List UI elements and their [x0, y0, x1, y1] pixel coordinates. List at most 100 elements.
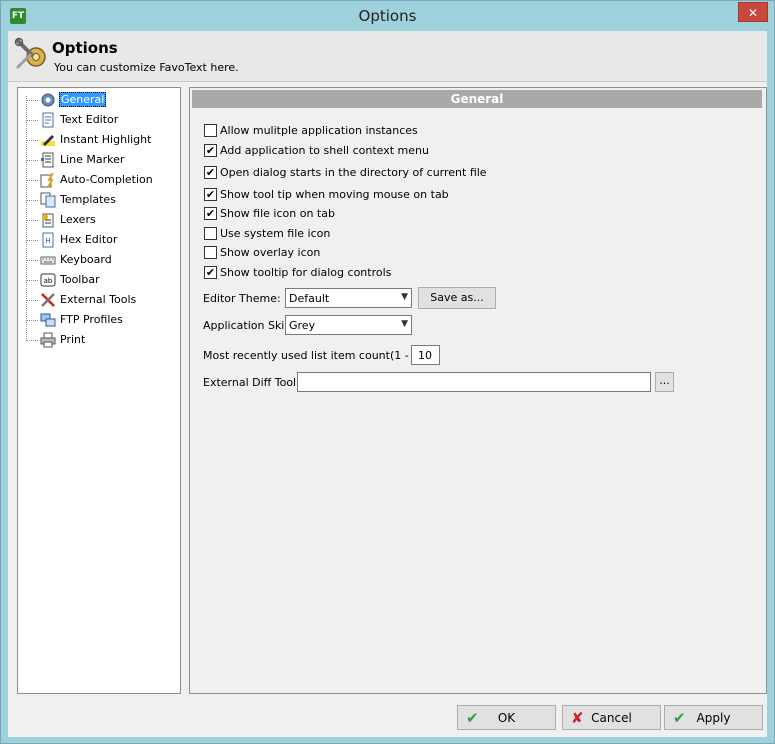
hex-editor-icon: H — [42, 232, 54, 248]
dialog-client: Options You can customize FavoText here.… — [8, 31, 767, 737]
line-marker-icon — [41, 152, 54, 168]
svg-text:H: H — [45, 237, 50, 245]
checkbox-box[interactable] — [204, 124, 217, 137]
keyboard-icon — [40, 256, 56, 265]
cancel-button[interactable]: ✘ Cancel — [562, 705, 661, 730]
checkbox-label: Add application to shell context menu — [220, 144, 429, 157]
tree-item-label: Templates — [60, 193, 116, 206]
tree-branch — [26, 340, 38, 341]
templates-icon — [40, 192, 56, 208]
text-file-icon — [42, 112, 54, 128]
checkbox-label: Show file icon on tab — [220, 207, 335, 220]
panel-title: General — [192, 90, 762, 108]
tree-branch — [26, 100, 38, 101]
diff-tool-input[interactable] — [297, 372, 651, 392]
general-panel: General Allow mulitple application insta… — [189, 87, 767, 694]
gear-icon — [41, 93, 55, 107]
mru-count-value: 10 — [418, 349, 432, 362]
tree-item-label: Auto-Completion — [60, 173, 153, 186]
mru-count-input[interactable]: 10 — [411, 345, 440, 365]
editor-theme-select[interactable]: Default ▼ — [285, 288, 412, 308]
apply-button[interactable]: ✔ Apply — [664, 705, 763, 730]
checkbox-label: Allow mulitple application instances — [220, 124, 418, 137]
tree-item-label: External Tools — [60, 293, 137, 306]
tools-icon — [41, 293, 55, 307]
auto-completion-icon — [40, 172, 54, 188]
ok-button[interactable]: ✔ OK — [457, 705, 556, 730]
checkbox-box[interactable]: ✔ — [204, 188, 217, 201]
checkbox-box[interactable]: ✔ — [204, 266, 217, 279]
toolbar-icon: ab — [40, 273, 56, 287]
tree-branch — [26, 320, 38, 321]
lexers-icon — [42, 213, 54, 228]
tree-item-label: General — [59, 92, 107, 107]
checkbox-label: Show overlay icon — [220, 246, 321, 259]
tree-branch — [26, 300, 38, 301]
editor-theme-label: Editor Theme: — [203, 292, 281, 305]
browse-button[interactable]: ... — [655, 372, 674, 392]
options-tree[interactable]: General Text Editor Instant Highlight Li… — [17, 87, 181, 694]
chevron-down-icon: ▼ — [401, 319, 408, 329]
tree-item-print[interactable]: Print — [18, 330, 178, 350]
printer-icon — [40, 332, 56, 348]
tree-branch — [26, 260, 38, 261]
tree-item-label: Instant Highlight — [60, 133, 152, 146]
tree-item-line-marker[interactable]: Line Marker — [18, 150, 178, 170]
tree-branch — [26, 140, 38, 141]
tree-item-instant-highlight[interactable]: Instant Highlight — [18, 130, 178, 150]
tree-item-label: Hex Editor — [60, 233, 118, 246]
tree-item-label: Line Marker — [60, 153, 125, 166]
checkbox-box[interactable] — [204, 227, 217, 240]
close-button[interactable]: ✕ — [738, 2, 768, 22]
tree-item-external-tools[interactable]: External Tools — [18, 290, 178, 310]
header-title: Options — [52, 39, 118, 57]
tree-branch — [26, 240, 38, 241]
tree-item-toolbar[interactable]: ab Toolbar — [18, 270, 178, 290]
checkbox-label: Show tool tip when moving mouse on tab — [220, 188, 449, 201]
tree-branch — [26, 200, 38, 201]
tree-branch — [26, 180, 38, 181]
save-as-button[interactable]: Save as... — [418, 287, 496, 309]
diff-tool-label: External Diff Tool: — [203, 376, 300, 389]
mru-count-label: Most recently used list item count(1 - 1… — [203, 349, 435, 362]
highlight-icon — [41, 135, 55, 146]
window-title: Options — [358, 7, 417, 25]
tools-options-icon — [14, 37, 46, 69]
tree-item-auto-completion[interactable]: Auto-Completion — [18, 170, 178, 190]
app-skin-select[interactable]: Grey ▼ — [285, 315, 412, 335]
options-window: FT Options ✕ Options You can customize F… — [0, 0, 775, 744]
tree-item-lexers[interactable]: Lexers — [18, 210, 178, 230]
tree-item-general[interactable]: General — [18, 90, 178, 110]
checkbox-box[interactable]: ✔ — [204, 166, 217, 179]
tree-branch — [26, 120, 38, 121]
tree-branch — [26, 160, 38, 161]
checkbox-box[interactable] — [204, 246, 217, 259]
tree-item-label: Print — [60, 333, 86, 346]
tree-item-keyboard[interactable]: Keyboard — [18, 250, 178, 270]
svg-text:ab: ab — [44, 277, 53, 285]
dialog-header: Options You can customize FavoText here. — [8, 31, 767, 82]
tree-item-text-editor[interactable]: Text Editor — [18, 110, 178, 130]
app-skin-label: Application Skin: — [203, 319, 296, 332]
tree-item-label: Keyboard — [60, 253, 112, 266]
tree-item-hex-editor[interactable]: H Hex Editor — [18, 230, 178, 250]
apply-label: Apply — [696, 711, 731, 725]
checkbox-box[interactable]: ✔ — [204, 207, 217, 220]
ftp-icon — [40, 313, 56, 327]
title-bar[interactable]: FT Options ✕ — [1, 1, 774, 31]
ok-label: OK — [497, 711, 516, 725]
tree-item-label: FTP Profiles — [60, 313, 123, 326]
tree-item-ftp-profiles[interactable]: FTP Profiles — [18, 310, 178, 330]
tree-item-label: Text Editor — [60, 113, 119, 126]
tree-branch — [26, 220, 38, 221]
tree-item-templates[interactable]: Templates — [18, 190, 178, 210]
editor-theme-value: Default — [289, 292, 330, 305]
chevron-down-icon: ▼ — [401, 292, 408, 302]
checkbox-label: Use system file icon — [220, 227, 331, 240]
checkbox-label: Show tooltip for dialog controls — [220, 266, 392, 279]
header-subtitle: You can customize FavoText here. — [54, 61, 239, 74]
tree-item-label: Toolbar — [60, 273, 100, 286]
checkbox-label: Open dialog starts in the directory of c… — [220, 166, 487, 179]
checkbox-box[interactable]: ✔ — [204, 144, 217, 157]
app-skin-value: Grey — [289, 319, 316, 332]
